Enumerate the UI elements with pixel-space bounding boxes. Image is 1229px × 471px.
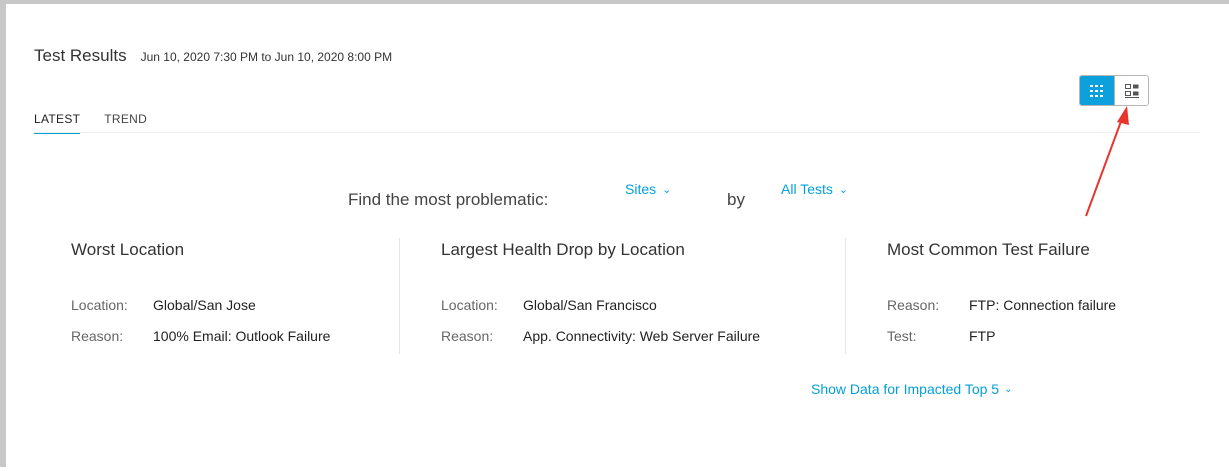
page-frame: Test Results Jun 10, 2020 7:30 PM to Jun… xyxy=(0,0,1229,467)
annotation-arrow-icon xyxy=(1085,106,1129,217)
